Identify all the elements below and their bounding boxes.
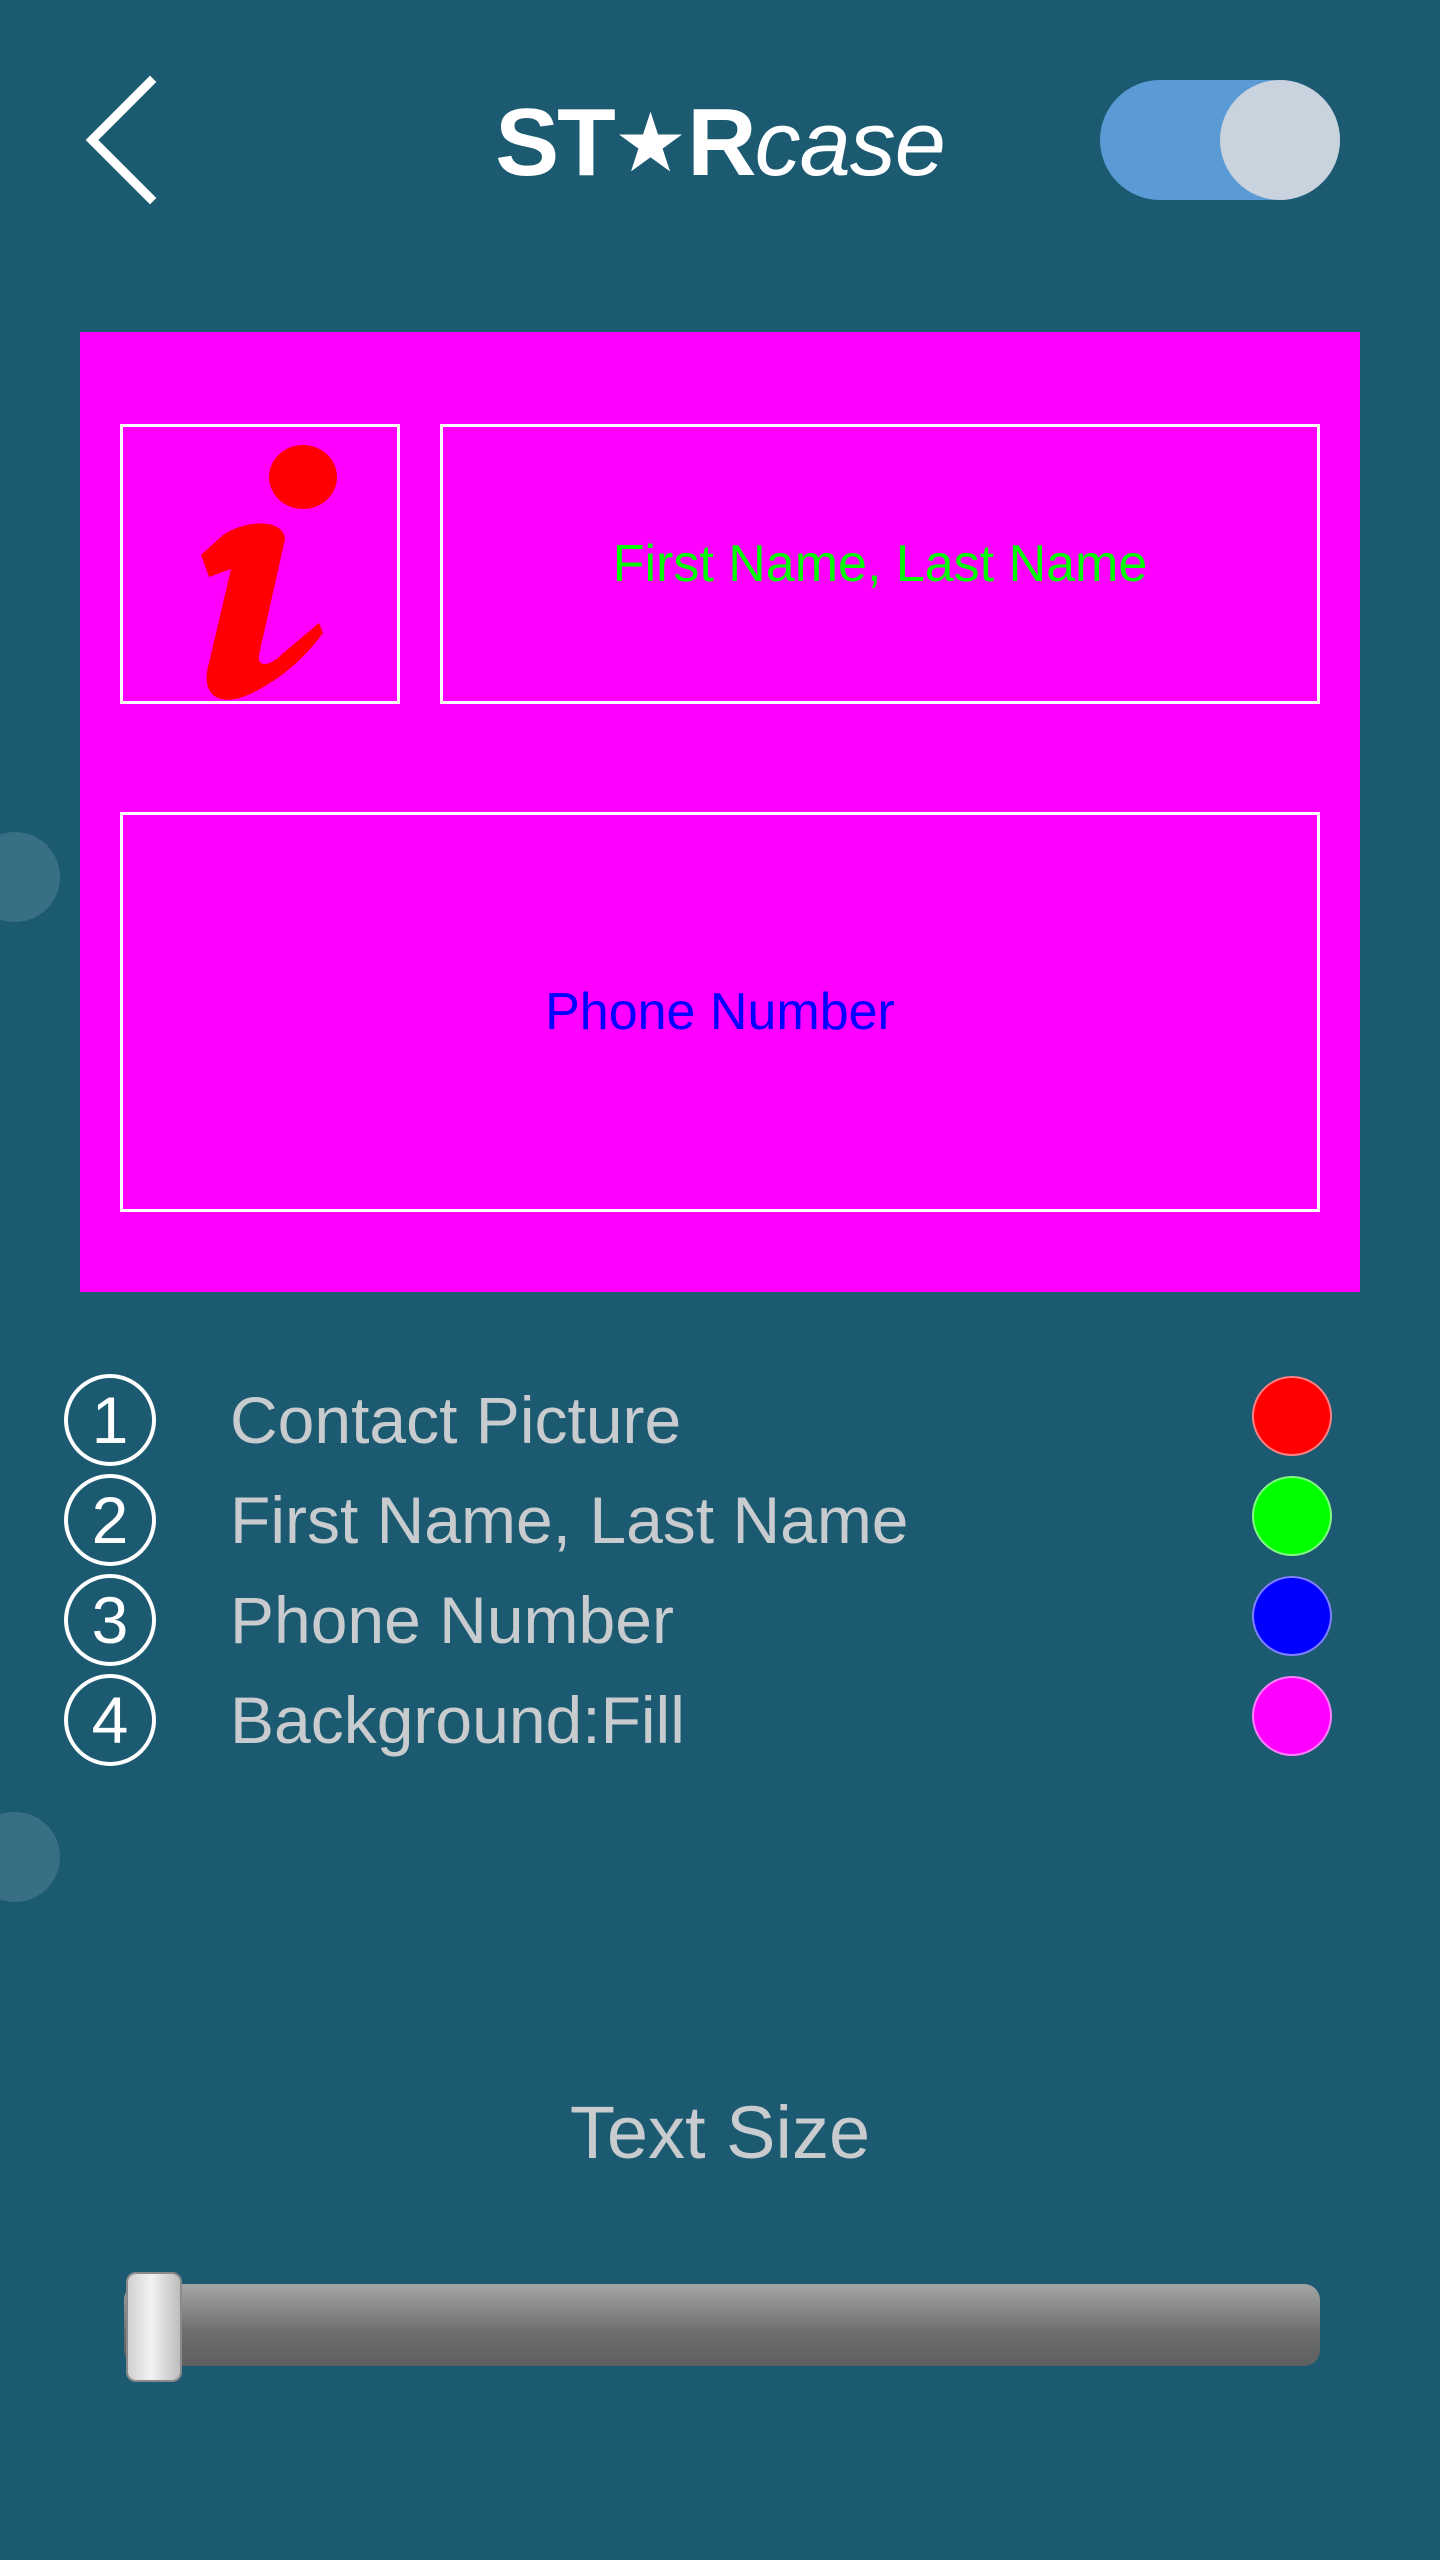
- number-badge: 3: [64, 1574, 156, 1666]
- legend-item[interactable]: 3 Phone Number: [60, 1574, 1360, 1674]
- contact-preview: First Name, Last Name Phone Number: [80, 332, 1360, 1292]
- edge-handle: [0, 832, 60, 922]
- legend-item[interactable]: 4 Background:Fill: [60, 1674, 1360, 1774]
- app-logo: ST★Rcase: [400, 88, 1040, 198]
- name-box[interactable]: First Name, Last Name: [440, 424, 1320, 704]
- text-size-title: Text Size: [569, 2091, 871, 2174]
- name-preview-text: First Name, Last Name: [612, 535, 1148, 593]
- contact-picture-box[interactable]: [120, 424, 400, 704]
- toggle-switch[interactable]: [1100, 80, 1340, 200]
- color-swatch[interactable]: [1252, 1476, 1332, 1556]
- logo-text: R: [687, 89, 756, 196]
- number-badge: 1: [64, 1374, 156, 1466]
- color-swatch[interactable]: [1252, 1376, 1332, 1456]
- legend-item[interactable]: 2 First Name, Last Name: [60, 1474, 1360, 1574]
- text-size-slider[interactable]: [124, 2284, 1320, 2366]
- back-button[interactable]: [70, 70, 180, 210]
- chevron-left-icon: [85, 75, 157, 205]
- legend-label: First Name, Last Name: [230, 1483, 909, 1557]
- number-badge: 2: [64, 1474, 156, 1566]
- phone-box[interactable]: Phone Number: [120, 812, 1320, 1212]
- legend-label: Phone Number: [230, 1583, 674, 1657]
- info-icon: [201, 445, 337, 700]
- star-icon: ★: [613, 98, 688, 189]
- logo-text: case: [754, 93, 946, 195]
- color-swatch[interactable]: [1252, 1676, 1332, 1756]
- slider-thumb[interactable]: [126, 2272, 182, 2382]
- legend-label: Contact Picture: [230, 1383, 682, 1457]
- number-badge: 4: [64, 1674, 156, 1766]
- edge-handle: [0, 1812, 60, 1902]
- logo-text: ST: [495, 89, 616, 196]
- legend-label: Background:Fill: [230, 1683, 685, 1757]
- phone-preview-text: Phone Number: [545, 983, 895, 1041]
- legend-item[interactable]: 1 Contact Picture: [60, 1374, 1360, 1474]
- color-swatch[interactable]: [1252, 1576, 1332, 1656]
- toggle-knob[interactable]: [1220, 80, 1340, 200]
